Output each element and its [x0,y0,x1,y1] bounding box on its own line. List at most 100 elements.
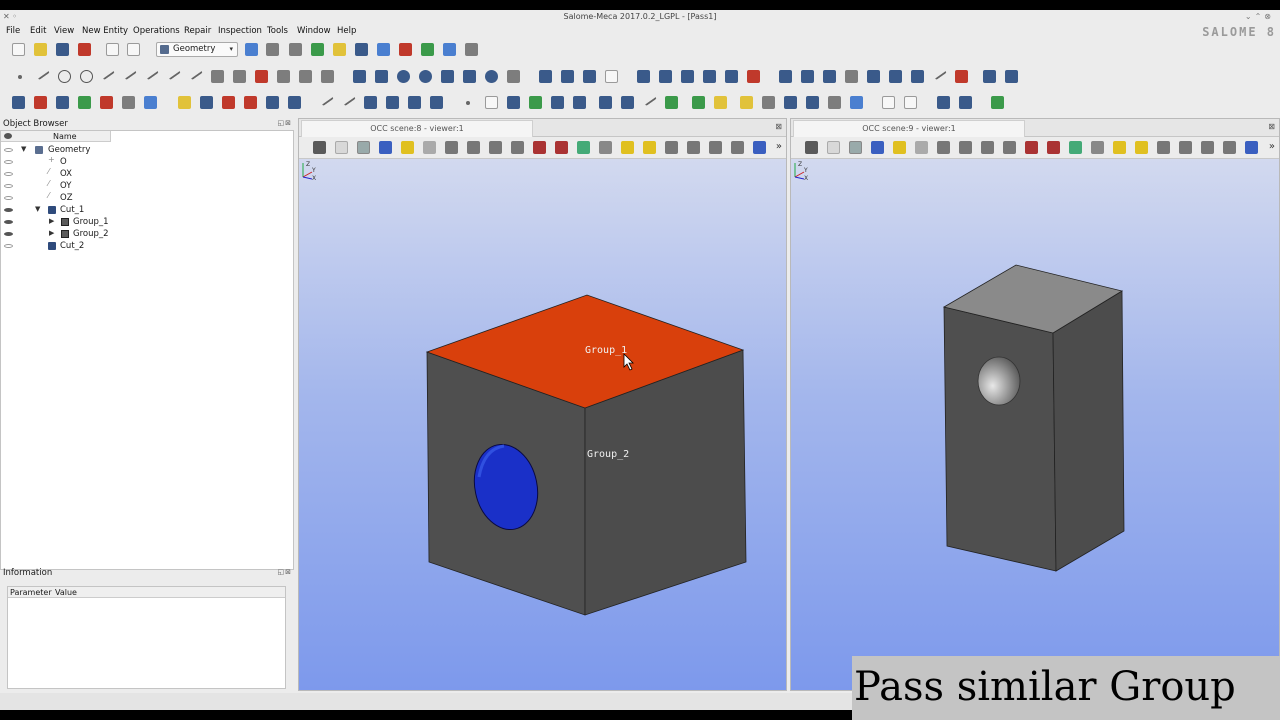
panning-icon[interactable] [533,141,546,154]
close-contour-icon[interactable] [144,96,157,109]
sphere-icon[interactable] [397,70,410,83]
plane-icon[interactable] [166,66,181,81]
cut-2-solid[interactable] [791,159,1279,690]
hexablock-module-icon[interactable] [377,43,390,56]
menu-help[interactable]: Help [337,26,356,36]
partition-icon[interactable] [725,70,738,83]
paste-icon[interactable] [127,43,140,56]
bounding-box-icon[interactable] [364,96,377,109]
view-bottom-icon[interactable] [1179,141,1192,154]
eye-icon[interactable] [4,196,13,200]
3d-scene[interactable]: Z Y X [791,159,1279,690]
mirror-icon[interactable] [823,70,836,83]
extrusion-icon[interactable] [507,70,520,83]
open-folder-icon[interactable] [34,43,47,56]
multi-rotation-icon[interactable] [932,66,947,81]
fit-area-icon[interactable] [959,141,972,154]
create-group-icon[interactable] [244,96,257,109]
wire-icon[interactable] [605,70,618,83]
tree-item-ox[interactable]: ⁄ OX [1,167,293,180]
show-trihedron-icon[interactable] [423,141,436,154]
zooming-style-icon[interactable] [849,141,862,154]
common-icon[interactable] [659,70,672,83]
tree-item-geometry[interactable]: ▼ Geometry [1,144,293,156]
local-cs-icon[interactable] [255,70,268,83]
more-tools-icon[interactable]: » [1269,141,1275,152]
fuse-icon[interactable] [637,70,650,83]
dynamic-preselection-icon[interactable] [379,141,392,154]
fast-intersection-icon[interactable] [665,96,678,109]
expand-arrow-icon[interactable]: ▶ [49,229,54,237]
dock-buttons[interactable]: ◱⊠ [278,119,292,127]
wireframe-icon[interactable] [937,96,950,109]
global-panning-icon[interactable] [1047,141,1060,154]
shaper-module-icon[interactable] [245,43,258,56]
menu-new-entity[interactable]: New Entity [82,26,128,36]
run-icon[interactable] [692,96,705,109]
aster-module-icon[interactable] [399,43,412,56]
transparency-icon[interactable] [828,96,841,109]
torus-icon[interactable] [419,70,432,83]
geometry-module-icon[interactable] [266,43,279,56]
view-right-icon[interactable] [731,141,744,154]
menu-file[interactable]: File [6,26,20,36]
menu-repair[interactable]: Repair [184,26,211,36]
face-icon[interactable] [233,70,246,83]
multi-translation-icon[interactable] [911,70,924,83]
menu-operations[interactable]: Operations [133,26,180,36]
parameter-column-header[interactable]: Parameter [10,588,52,597]
tolerance-icon[interactable] [507,96,520,109]
min-distance-icon[interactable] [466,101,470,105]
homard-module-icon[interactable] [443,43,456,56]
dynamic-selection-icon[interactable] [401,141,414,154]
tree-item-cut-1[interactable]: ▼ Cut_1 [1,204,293,216]
menu-edit[interactable]: Edit [30,26,46,36]
dump-view-icon[interactable] [882,96,895,109]
isoline-icon[interactable] [321,70,334,83]
tree-item-origin[interactable]: + O [1,155,293,168]
compound-icon[interactable] [539,70,552,83]
rotation-icon[interactable] [1091,141,1104,154]
tree-item-group-1[interactable]: ▶ Group_1 [1,216,293,228]
measure-length-icon[interactable] [319,92,334,107]
free-boundaries-icon[interactable] [529,96,542,109]
angle-icon[interactable] [341,92,356,107]
zoom-icon[interactable] [1003,141,1016,154]
paravis-module-icon[interactable] [311,43,324,56]
shell-icon[interactable] [561,70,574,83]
point-coordinates-icon[interactable] [599,96,612,109]
ellipse-icon[interactable] [80,70,93,83]
window-controls[interactable]: ⌄⌃⊗ [1245,12,1274,21]
copy-icon[interactable] [106,43,119,56]
rotation-point-icon[interactable] [577,141,590,154]
interaction-style-icon[interactable] [827,141,840,154]
what-is-icon[interactable] [485,96,498,109]
cylindrical-hole[interactable] [977,356,1021,406]
view-back-icon[interactable] [1135,141,1148,154]
cut-1-solid[interactable] [299,159,786,690]
collapse-arrow-icon[interactable]: ▼ [21,145,26,153]
shading-icon[interactable] [959,96,972,109]
show-trihedron-icon[interactable] [915,141,928,154]
dump-view-icon[interactable] [805,141,818,154]
free-faces-icon[interactable] [551,96,564,109]
translation-icon[interactable] [779,70,792,83]
disk-icon[interactable] [485,70,498,83]
offset-icon[interactable] [867,70,880,83]
dock-buttons[interactable]: ◱⊠ [278,568,292,576]
fit-selection-icon[interactable] [489,141,502,154]
eye-icon[interactable] [4,148,13,152]
pipe-icon[interactable] [12,96,25,109]
expand-arrow-icon[interactable]: ▶ [49,217,54,225]
fillet-icon[interactable] [983,70,996,83]
box-icon[interactable] [353,70,366,83]
rotation-icon[interactable] [801,70,814,83]
line-icon[interactable] [35,66,50,81]
edit-group-icon[interactable] [266,96,279,109]
eye-icon[interactable] [4,160,13,164]
interaction-style-icon[interactable] [335,141,348,154]
chamfer-icon[interactable] [1005,70,1018,83]
show-all-icon[interactable] [904,96,917,109]
cone-icon[interactable] [441,70,454,83]
view-right-icon[interactable] [1223,141,1236,154]
